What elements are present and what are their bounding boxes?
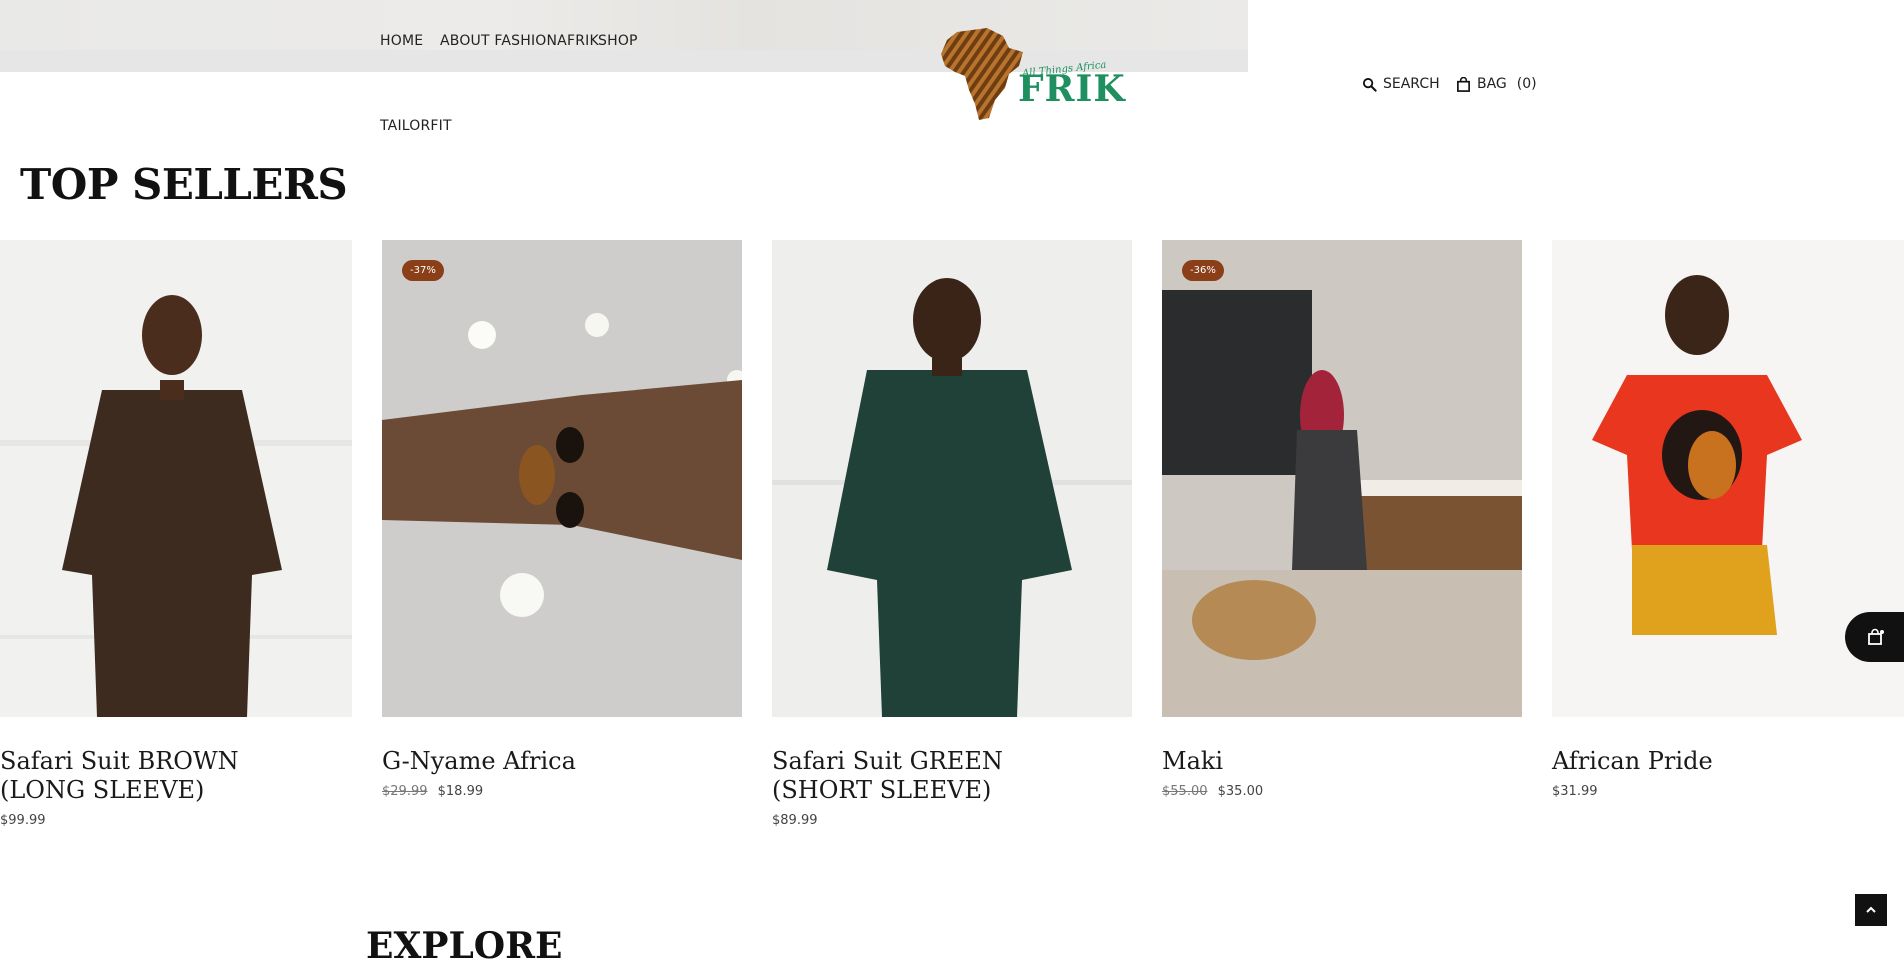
product-price: $89.99 — [772, 813, 1132, 828]
logo-brand-text: FRIK — [1018, 68, 1126, 110]
current-price: $99.99 — [0, 813, 46, 828]
product-image[interactable]: -36% — [1162, 240, 1522, 717]
bag-count: (0) — [1516, 76, 1537, 92]
current-price: $35.00 — [1217, 784, 1264, 799]
product-name[interactable]: Safari Suit GREEN (SHORT SLEEVE) — [772, 747, 1102, 805]
product-name[interactable]: G-Nyame Africa — [382, 747, 712, 776]
current-price: $18.99 — [437, 784, 484, 799]
chevron-up-icon — [1866, 906, 1876, 913]
current-price: $31.99 — [1552, 784, 1598, 799]
search-icon — [1362, 77, 1377, 92]
product-photo-maki — [1162, 240, 1522, 717]
bag-icon — [1457, 76, 1470, 92]
product-price: $99.99 — [0, 813, 352, 828]
floating-cart-button[interactable] — [1845, 612, 1904, 662]
product-price: $29.99 $18.99 — [382, 784, 742, 799]
product-card[interactable]: Safari Suit BROWN (LONG SLEEVE) $99.99 — [0, 240, 352, 828]
product-image[interactable]: -37% — [382, 240, 742, 717]
nav-home-link[interactable]: HOME — [380, 33, 423, 49]
discount-badge: -36% — [1182, 260, 1224, 281]
discount-badge: -37% — [402, 260, 444, 281]
original-price: $29.99 — [382, 784, 428, 799]
current-price: $89.99 — [772, 813, 818, 828]
next-section-title: EXPLORE — [366, 925, 563, 967]
search-button[interactable]: SEARCH — [1362, 76, 1440, 92]
product-price: $31.99 — [1552, 784, 1904, 799]
product-card[interactable]: African Pride $31.99 — [1552, 240, 1904, 799]
product-photo-green-suit — [772, 240, 1132, 717]
product-image[interactable] — [772, 240, 1132, 717]
product-card[interactable]: -37% G-Nyame Africa $29.99 $18.99 — [382, 240, 742, 799]
original-price: $55.00 — [1162, 784, 1208, 799]
product-price: $55.00 $35.00 — [1162, 784, 1522, 799]
bag-button[interactable]: BAG (0) — [1456, 76, 1537, 92]
product-photo-brown-suit — [0, 240, 352, 717]
product-card[interactable]: Safari Suit GREEN (SHORT SLEEVE) $89.99 — [772, 240, 1132, 828]
nav-shop-link[interactable]: SHOP — [598, 33, 638, 49]
product-image[interactable] — [0, 240, 352, 717]
product-name[interactable]: Maki — [1162, 747, 1492, 776]
product-name[interactable]: Safari Suit BROWN (LONG SLEEVE) — [0, 747, 330, 805]
product-card[interactable]: -36% Maki $55.00 $35.00 — [1162, 240, 1522, 799]
cart-icon — [1868, 628, 1884, 645]
back-to-top-button[interactable] — [1855, 894, 1887, 926]
bag-label: BAG — [1477, 76, 1507, 92]
product-photo-bracelet — [382, 240, 742, 717]
section-title: TOP SELLERS — [20, 160, 348, 209]
nav-tailorfit-link[interactable]: TAILORFIT — [380, 118, 452, 134]
nav-about-link[interactable]: ABOUT FASHIONAFRIK — [440, 33, 599, 49]
search-label: SEARCH — [1383, 76, 1440, 92]
product-name[interactable]: African Pride — [1552, 747, 1882, 776]
